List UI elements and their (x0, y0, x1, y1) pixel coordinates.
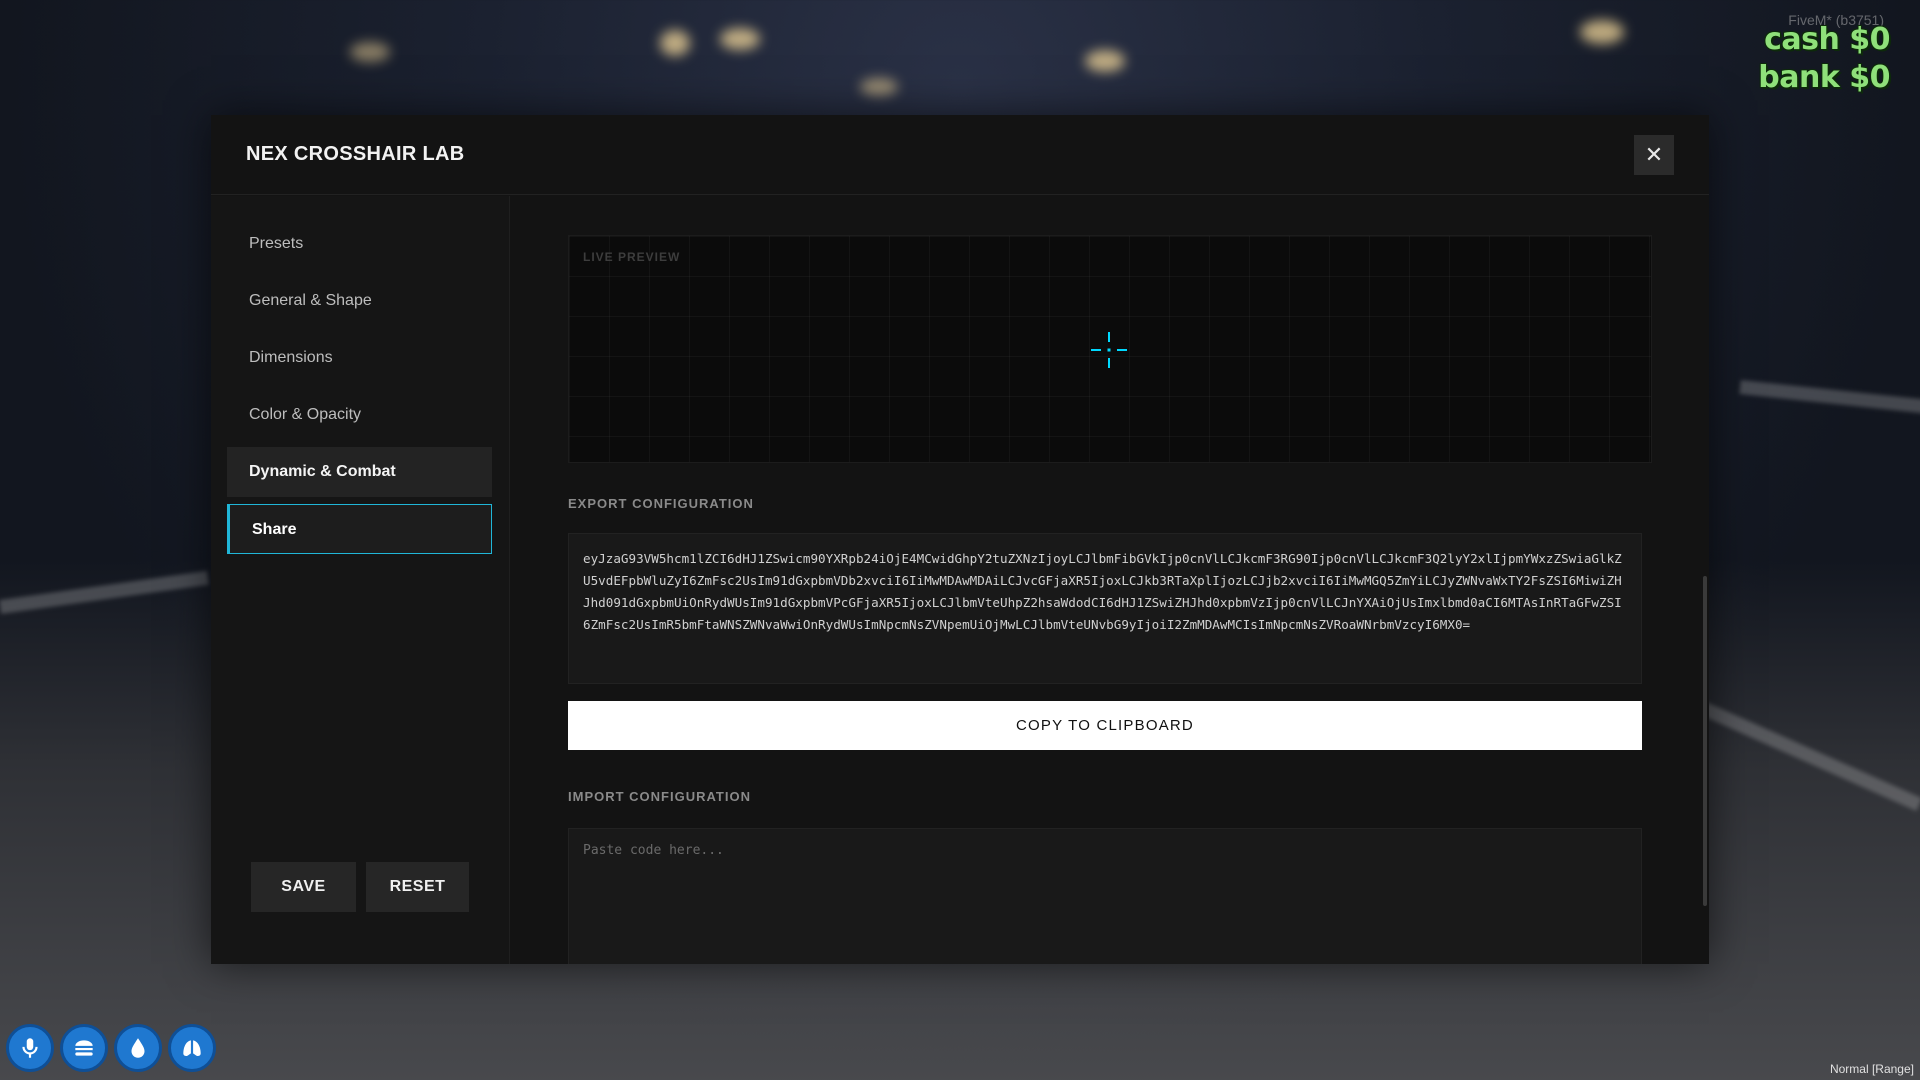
sidebar-item-color-opacity[interactable]: Color & Opacity (227, 390, 492, 440)
live-preview-label: LIVE PREVIEW (583, 250, 681, 264)
export-configuration-label: EXPORT CONFIGURATION (568, 496, 754, 511)
background-road-marking (1739, 380, 1920, 414)
sidebar-item-dimensions[interactable]: Dimensions (227, 333, 492, 383)
sidebar-item-dynamic-combat[interactable]: Dynamic & Combat (227, 447, 492, 497)
live-preview: LIVE PREVIEW (568, 235, 1652, 463)
close-icon: ✕ (1644, 141, 1664, 167)
bank-display: bank $0 (1758, 60, 1890, 95)
lungs-icon (168, 1024, 216, 1072)
background-light (350, 42, 390, 62)
background-light (1580, 20, 1624, 44)
sidebar-item-share[interactable]: Share (227, 504, 492, 554)
modal-title: NEX CROSSHAIR LAB (246, 143, 465, 165)
voice-mode-label: Normal [Range] (1829, 1062, 1914, 1076)
sidebar-item-presets[interactable]: Presets (227, 219, 492, 269)
water-drop-icon (114, 1024, 162, 1072)
status-bar (6, 1024, 216, 1072)
background-light (660, 30, 690, 56)
share-panel: LIVE PREVIEW EXPORT CONFIGURATION eyJzaG… (510, 196, 1709, 964)
modal-header: NEX CROSSHAIR LAB ✕ (211, 115, 1709, 195)
reset-button[interactable]: RESET (366, 862, 469, 912)
content-scrollbar[interactable] (1703, 576, 1707, 906)
background-light (1085, 50, 1125, 72)
save-button[interactable]: SAVE (251, 862, 356, 912)
burger-icon (60, 1024, 108, 1072)
sidebar-item-general-shape[interactable]: General & Shape (227, 276, 492, 326)
background-light (860, 78, 898, 96)
import-code-input[interactable] (568, 828, 1642, 964)
microphone-icon (6, 1024, 54, 1072)
import-configuration-label: IMPORT CONFIGURATION (568, 789, 751, 804)
background-light (720, 28, 760, 50)
crosshair-lab-modal: NEX CROSSHAIR LAB ✕ Presets General & Sh… (211, 115, 1709, 964)
cash-display: cash $0 (1764, 22, 1890, 57)
crosshair-preview-icon (1091, 332, 1127, 368)
export-code-box[interactable]: eyJzaG93VW5hcm1lZCI6dHJ1ZSwicm90YXRpb24i… (568, 533, 1642, 684)
copy-to-clipboard-button[interactable]: COPY TO CLIPBOARD (568, 701, 1642, 750)
sidebar: Presets General & Shape Dimensions Color… (211, 196, 510, 964)
close-button[interactable]: ✕ (1634, 134, 1674, 175)
